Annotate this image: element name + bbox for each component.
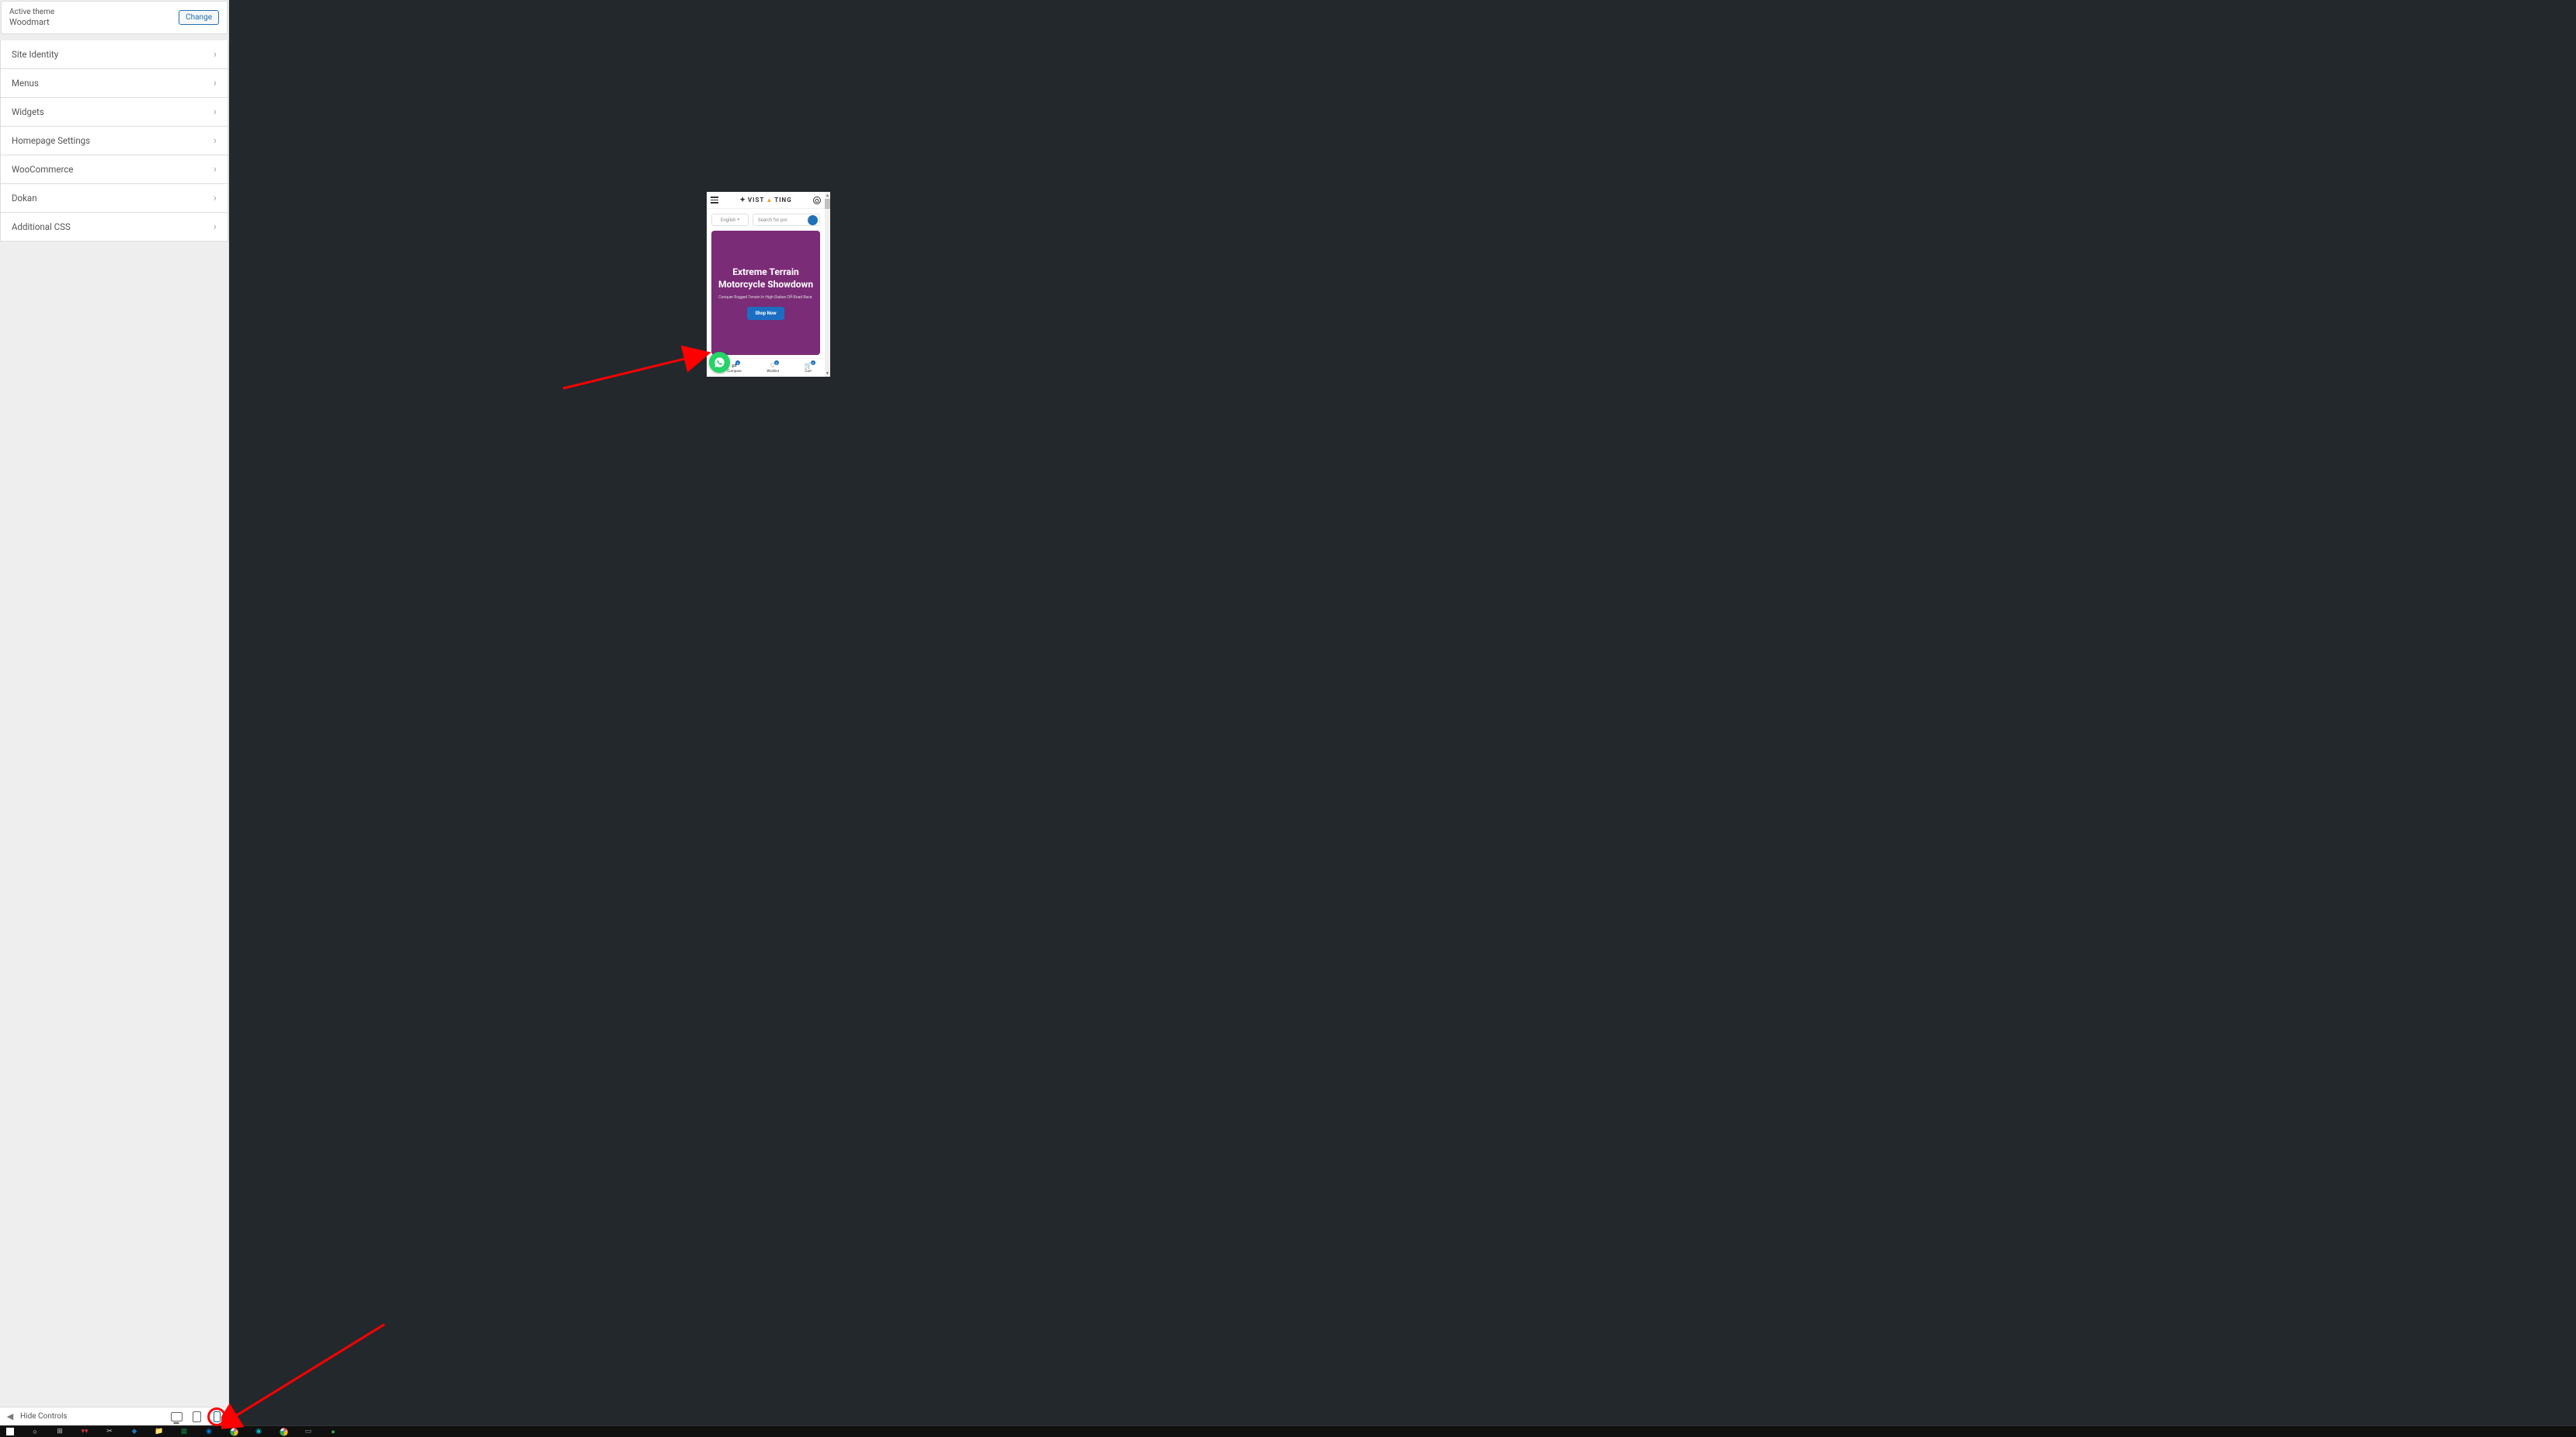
collapse-icon: ◀ <box>5 1411 16 1422</box>
site-logo[interactable]: ✦ VIST▲TING <box>739 197 791 204</box>
annotation-arrow-top <box>555 334 726 396</box>
windows-logo-icon <box>6 1428 14 1435</box>
cart-badge: 0 <box>811 360 815 365</box>
tablet-preview-button[interactable] <box>189 1410 203 1424</box>
chevron-right-icon: › <box>214 48 217 61</box>
wishlist-label: Wishlist <box>767 370 779 374</box>
hero-title: Extreme Terrain Motorcycle Showdown <box>718 266 814 291</box>
compare-icon: ⇄ 0 <box>732 362 737 369</box>
footer-cart-button[interactable]: 🛒 0 Cart <box>805 362 812 374</box>
taskbar-taskview-button[interactable]: ⊞ <box>51 1427 68 1436</box>
customizer-bottom-bar: ◀ Hide Controls <box>0 1407 228 1425</box>
sidebar-label: Dokan <box>12 193 37 204</box>
hide-controls-button[interactable]: ◀ Hide Controls <box>5 1411 68 1422</box>
user-account-icon[interactable] <box>813 197 821 204</box>
compare-label: Compare <box>727 370 741 374</box>
start-button[interactable] <box>2 1427 19 1436</box>
wishlist-badge: 0 <box>774 360 779 365</box>
taskbar-excel-button[interactable]: ▦ <box>176 1427 193 1436</box>
sidebar-item-woocommerce[interactable]: WooCommerce › <box>0 155 228 184</box>
scroll-down-arrow-icon: ▼ <box>825 370 830 377</box>
taskbar-chrome-2-button[interactable] <box>275 1427 292 1436</box>
whatsapp-icon <box>714 357 725 368</box>
taskbar-app-3[interactable]: ◉ <box>250 1427 267 1436</box>
sidebar-item-dokan[interactable]: Dokan › <box>0 184 228 213</box>
mobile-preview-button[interactable] <box>210 1410 224 1424</box>
sidebar-item-additional-css[interactable]: Additional CSS › <box>0 213 228 242</box>
desktop-icon <box>171 1412 183 1421</box>
windows-taskbar: ○ ⊞ ▾▾ ✂ ◆ 📁 ▦ ◉ ◉ ▭ ● <box>0 1425 2576 1437</box>
search-input[interactable]: Search for pro ⌕ <box>753 214 820 226</box>
mobile-preview-frame: ▲ ▼ ✦ VIST▲TING <box>707 192 830 377</box>
customizer-sidebar: Active theme Woodmart Change Site Identi… <box>0 0 229 1425</box>
search-placeholder: Search for pro <box>758 217 808 223</box>
sidebar-item-menus[interactable]: Menus › <box>0 69 228 98</box>
desktop-preview-button[interactable] <box>169 1410 183 1424</box>
taskbar-explorer-button[interactable]: 📁 <box>151 1427 168 1436</box>
scrollbar-thumb[interactable] <box>825 199 830 209</box>
chevron-right-icon: › <box>214 221 217 233</box>
hamburger-menu-button[interactable] <box>711 197 718 204</box>
sidebar-label: Site Identity <box>12 49 58 60</box>
language-label: English <box>721 217 735 223</box>
chrome-icon <box>230 1428 238 1436</box>
footer-compare-button[interactable]: ⇄ 0 Compare <box>727 362 741 374</box>
hide-controls-label: Hide Controls <box>20 1412 68 1421</box>
chevron-down-icon: ▾ <box>737 217 739 222</box>
device-preview-switcher <box>169 1410 224 1424</box>
mobile-bottom-nav: ⇄ 0 Compare ♡ 0 Wishlist 🛒 <box>707 358 825 377</box>
chrome-icon <box>280 1428 288 1436</box>
cart-label: Cart <box>805 370 811 374</box>
tablet-icon <box>193 1411 201 1422</box>
taskbar-edge-button[interactable]: ◉ <box>200 1427 217 1436</box>
shop-now-button[interactable]: Shop Now <box>747 307 784 320</box>
sidebar-label: WooCommerce <box>12 164 73 175</box>
theme-header: Active theme Woodmart Change <box>1 1 228 34</box>
chevron-right-icon: › <box>214 163 217 176</box>
preview-scrollbar[interactable]: ▲ ▼ <box>825 192 830 377</box>
sidebar-label: Menus <box>12 78 39 89</box>
sidebar-item-site-identity[interactable]: Site Identity › <box>0 40 228 69</box>
mobile-site-header: ✦ VIST▲TING <box>707 192 825 209</box>
taskbar-app-2[interactable]: ◆ <box>126 1427 143 1436</box>
chevron-right-icon: › <box>214 106 217 118</box>
taskbar-app-1[interactable]: ▾▾ <box>76 1427 93 1436</box>
sidebar-item-widgets[interactable]: Widgets › <box>0 98 228 127</box>
taskbar-app-4[interactable]: ▭ <box>300 1427 317 1436</box>
cart-icon: 🛒 0 <box>805 362 812 369</box>
logo-text-part1: VIST <box>748 197 764 204</box>
sidebar-label: Additional CSS <box>12 221 71 232</box>
footer-wishlist-button[interactable]: ♡ 0 Wishlist <box>767 362 779 374</box>
language-selector[interactable]: English ▾ <box>711 214 749 226</box>
logo-icon: ✦ <box>739 197 746 204</box>
hero-subtitle: Conquer Rugged Terrain In High-Stakes Of… <box>718 295 813 301</box>
taskbar-app-5[interactable]: ● <box>325 1427 342 1436</box>
search-submit-button[interactable]: ⌕ <box>808 215 818 225</box>
preview-canvas: ▲ ▼ ✦ VIST▲TING <box>229 0 2576 1425</box>
compare-badge: 0 <box>735 360 740 365</box>
taskbar-snip-button[interactable]: ✂ <box>101 1427 118 1436</box>
hero-banner: Extreme Terrain Motorcycle Showdown Conq… <box>711 231 820 355</box>
heart-icon: ♡ 0 <box>770 362 776 369</box>
sidebar-label: Homepage Settings <box>12 135 90 146</box>
change-theme-button[interactable]: Change <box>179 10 219 25</box>
active-theme-label: Active theme <box>9 8 54 16</box>
sidebar-item-homepage-settings[interactable]: Homepage Settings › <box>0 127 228 155</box>
search-icon: ⌕ <box>808 217 818 223</box>
mobile-icon <box>214 1411 221 1422</box>
taskbar-search-button[interactable]: ○ <box>26 1427 43 1436</box>
scroll-up-arrow-icon: ▲ <box>825 192 830 199</box>
chevron-right-icon: › <box>214 192 217 204</box>
sidebar-label: Widgets <box>12 106 44 117</box>
logo-text-part2: TING <box>774 197 791 204</box>
taskbar-chrome-button[interactable] <box>225 1427 242 1436</box>
chevron-right-icon: › <box>214 77 217 89</box>
chevron-right-icon: › <box>214 134 217 147</box>
theme-name: Woodmart <box>9 17 54 27</box>
